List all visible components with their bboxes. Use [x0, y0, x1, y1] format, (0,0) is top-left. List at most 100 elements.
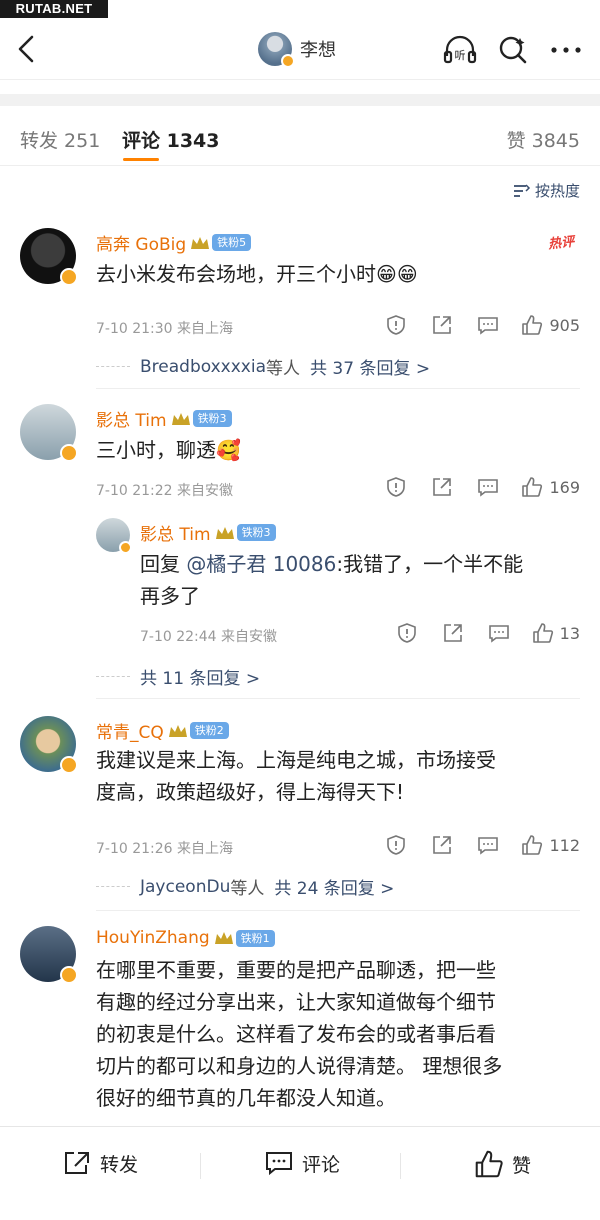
reply-prefix: 回复 [140, 552, 187, 576]
replies-mid: 等人 [230, 879, 265, 899]
reply-icon[interactable] [477, 476, 499, 498]
avatar[interactable] [20, 404, 78, 462]
comment-text: 去小米发布会场地，开三个小时😁😁 [96, 262, 418, 286]
sort-toggle[interactable]: 按热度 [513, 180, 580, 201]
thumbs-up-icon [522, 477, 543, 497]
replies-mid: 等人 [266, 359, 300, 379]
verified-badge-icon [60, 268, 78, 286]
back-arrow-icon[interactable] [12, 32, 42, 66]
comment-text-line2: 有趣的经过分享出来，让大家知道做每个细节 [96, 990, 496, 1014]
like-button[interactable]: 赞 [474, 1149, 531, 1179]
divider [96, 388, 580, 389]
avatar[interactable] [96, 518, 132, 554]
like-button[interactable]: 13 [532, 622, 580, 644]
report-icon[interactable] [396, 622, 418, 644]
comment-icon [266, 1152, 292, 1176]
comment-text: 在哪里不重要，重要的是把产品聊透，把一些 有趣的经过分享出来，让大家知道做每个细… [96, 954, 576, 1114]
share-icon[interactable] [431, 314, 453, 336]
comment-text-line5: 很好的细节真的几年都没人知道。 [96, 1086, 396, 1110]
thumbs-up-icon [522, 835, 543, 855]
crown-icon [191, 236, 210, 249]
tab-comment[interactable]: 评论 1343 [122, 126, 220, 153]
tab-repost[interactable]: 转发 251 [20, 126, 100, 153]
comment-meta: 7-10 21:30 来自上海 [96, 321, 234, 337]
comment-meta: 7-10 21:26 来自上海 [96, 841, 234, 857]
comment-meta: 7-10 22:44 来自安徽 [140, 629, 278, 645]
avatar[interactable] [20, 228, 78, 286]
like-button[interactable]: 169 [521, 476, 580, 498]
thumbs-up-icon [532, 623, 553, 643]
tab-like[interactable]: 赞 3845 [507, 126, 580, 153]
commenter-name[interactable]: HouYinZhang [96, 928, 210, 948]
thumbs-up-icon [522, 315, 543, 335]
watermark: RUTAB.NET [0, 0, 108, 18]
verified-badge-icon [119, 541, 132, 554]
top-nav: 李想 听 [0, 18, 600, 80]
divider [96, 698, 580, 699]
sort-icon [513, 183, 531, 197]
comment-text-line4: 切片的都可以和身边的人说得清楚。 理想很多 [96, 1054, 503, 1078]
reply-text: 回复 @橘子君 10086:我错了，一个半不能 再多了 [140, 548, 580, 612]
divider-dashed [96, 366, 130, 367]
crown-icon [168, 724, 187, 737]
mention-link[interactable]: @橘子君 10086 [186, 552, 336, 576]
replies-link[interactable]: Breadboxxxxia 等人 共 37 条回复 > [96, 354, 430, 379]
like-count: 169 [549, 477, 580, 497]
crown-icon [215, 526, 234, 539]
reply-icon[interactable] [477, 834, 499, 856]
commenter-name[interactable]: 常青_CQ [96, 718, 164, 743]
search-icon[interactable] [496, 34, 532, 66]
share-icon[interactable] [431, 834, 453, 856]
share-icon[interactable] [431, 476, 453, 498]
like-button[interactable]: 905 [521, 314, 580, 336]
thumbs-up-icon [475, 1150, 503, 1178]
replies-user: JayceonDu [140, 876, 231, 897]
fan-badge: 铁粉2 [189, 722, 229, 739]
report-icon[interactable] [385, 314, 407, 336]
reply-icon[interactable] [488, 622, 510, 644]
replies-link[interactable]: 共 11 条回复 > [96, 664, 260, 689]
comment-item: 常青_CQ 铁粉2 我建议是来上海。上海是纯电之城，市场接受 度高，政策超级好，… [0, 714, 600, 911]
listen-icon[interactable]: 听 [442, 34, 478, 66]
report-icon[interactable] [385, 834, 407, 856]
reply-icon[interactable] [477, 314, 499, 336]
like-count: 905 [549, 315, 580, 335]
divider-bar [0, 94, 600, 106]
divider-dashed [96, 886, 130, 887]
comment-button[interactable]: 评论 [264, 1149, 340, 1177]
avatar[interactable] [20, 716, 78, 774]
comment-item: 高奔 GoBig 铁粉5 热评 去小米发布会场地，开三个小时😁😁 7-10 21… [0, 226, 600, 389]
divider [96, 910, 580, 911]
comment-text-line2: 度高，政策超级好，得上海得天下! [96, 780, 405, 804]
replies-count: 共 37 条回复 > [310, 359, 431, 379]
commenter-name[interactable]: 高奔 GoBig [96, 230, 186, 255]
share-icon[interactable] [442, 622, 464, 644]
repost-label: 转发 [100, 1153, 139, 1176]
commenter-name[interactable]: 影总 Tim [140, 520, 211, 545]
replies-link[interactable]: JayceonDu 等人 共 24 条回复 > [96, 874, 394, 899]
repost-button[interactable]: 转发 [62, 1149, 138, 1177]
comment-item: HouYinZhang 铁粉1 在哪里不重要，重要的是把产品聊透，把一些 有趣的… [0, 924, 600, 1124]
replies-count: 共 24 条回复 > [274, 879, 395, 899]
reply-text-line1: :我错了，一个半不能 [336, 552, 524, 576]
commenter-name[interactable]: 影总 Tim [96, 406, 167, 431]
avatar[interactable] [258, 32, 295, 68]
more-icon[interactable] [548, 34, 584, 66]
fan-badge: 铁粉5 [212, 234, 252, 251]
crown-icon [214, 932, 233, 944]
divider [200, 1153, 201, 1179]
fan-badge: 铁粉1 [235, 929, 275, 947]
report-icon[interactable] [385, 476, 407, 498]
profile-header[interactable]: 李想 [258, 32, 336, 68]
fan-badge: 铁粉3 [192, 410, 232, 427]
comment-label: 评论 [302, 1153, 341, 1176]
svg-text:听: 听 [455, 49, 466, 62]
comment-text-line3: 的初衷是什么。这样看了发布会的或者事后看 [96, 1022, 496, 1046]
replies-count: 共 11 条回复 > [140, 669, 261, 689]
verified-badge-icon [60, 756, 78, 774]
active-tab-indicator [123, 158, 159, 161]
like-button[interactable]: 112 [521, 834, 580, 856]
divider [400, 1153, 401, 1179]
avatar[interactable] [20, 926, 78, 984]
tab-bar: 转发 251 评论 1343 赞 3845 [0, 118, 600, 166]
